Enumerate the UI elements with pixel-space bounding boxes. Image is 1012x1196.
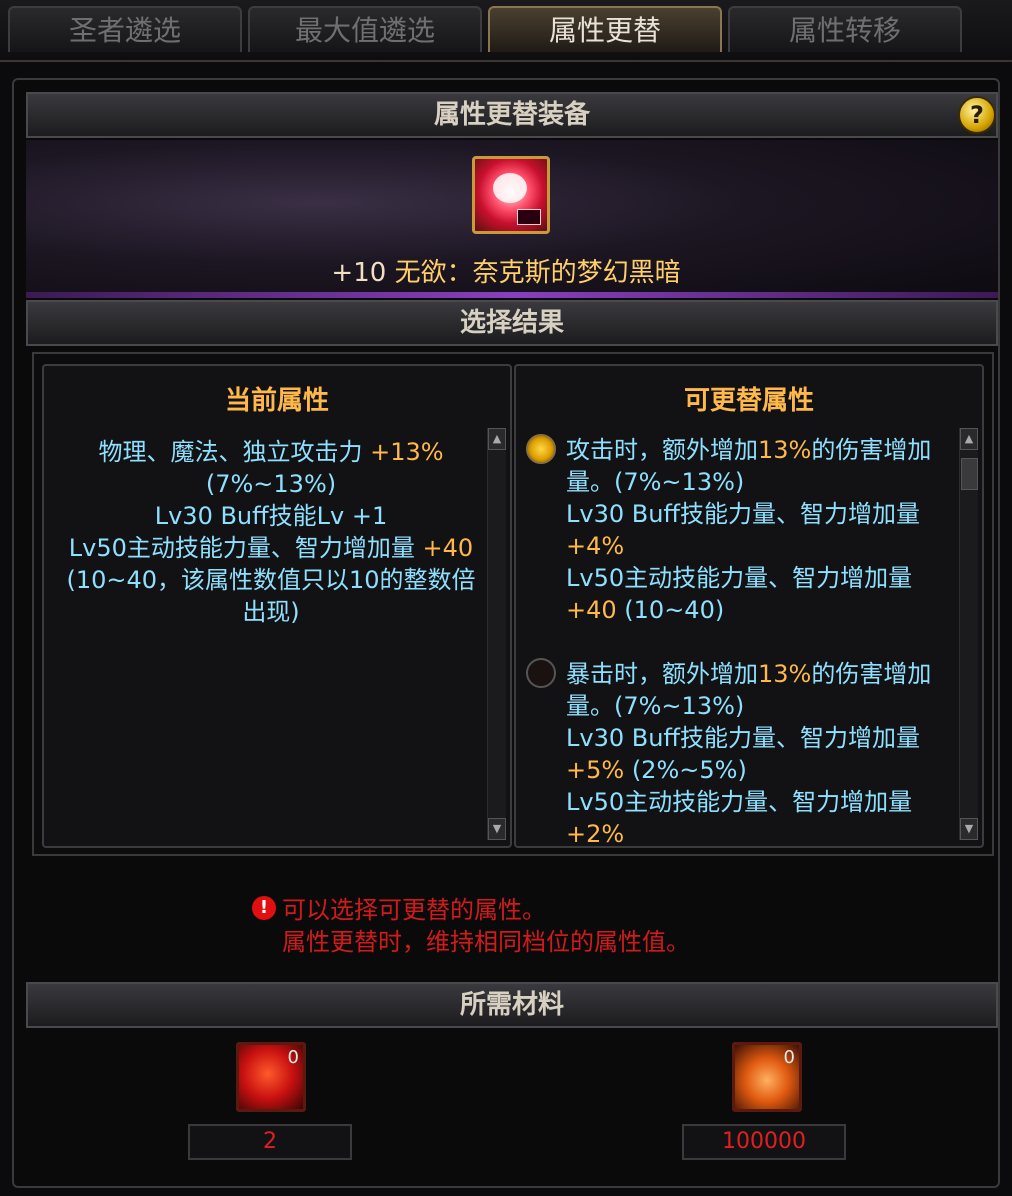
- equipment-header: 属性更替装备: [26, 92, 998, 138]
- option-1-text[interactable]: 攻击时，额外增加13%的伤害增加量。(7%~13%) Lv30 Buff技能力量…: [566, 434, 962, 626]
- notice-line-1: 可以选择可更替的属性。: [282, 896, 546, 924]
- option-2-text[interactable]: 暴击时，额外增加13%的伤害增加量。(7%~13%) Lv30 Buff技能力量…: [566, 658, 962, 850]
- tab-bar: 圣者遴选 最大值遴选 属性更替 属性转移: [0, 0, 1012, 62]
- scroll-down-icon[interactable]: ▼: [488, 818, 506, 840]
- help-icon[interactable]: ?: [958, 96, 996, 134]
- current-scrollbar[interactable]: ▲ ▼: [487, 428, 506, 840]
- tab-attribute-replace[interactable]: 属性更替: [488, 6, 722, 52]
- materials-header: 所需材料: [26, 982, 998, 1028]
- option-1-radio[interactable]: [526, 434, 556, 464]
- item-art: [493, 173, 527, 203]
- material-2-icon[interactable]: 0: [732, 1042, 802, 1112]
- scroll-thumb[interactable]: [961, 458, 978, 490]
- current-line-3: Lv50主动技能力量、智力增加量 +40 (10~40，该属性数值只以10的整数…: [66, 534, 476, 626]
- item-name: +10 无欲：奈克斯的梦幻黑暗: [0, 252, 1012, 289]
- material-1-required: 2: [188, 1124, 352, 1160]
- tab-saint-select[interactable]: 圣者遴选: [8, 6, 242, 52]
- material-2-owned: 0: [783, 1047, 795, 1068]
- current-attributes-text: 物理、魔法、独立攻击力 +13% (7%~13%) Lv30 Buff技能Lv …: [56, 436, 486, 628]
- material-2-required: 100000: [682, 1124, 846, 1160]
- scroll-up-icon[interactable]: ▲: [488, 428, 506, 450]
- scroll-up-icon[interactable]: ▲: [960, 428, 978, 450]
- notice-line-2: 属性更替时，维持相同档位的属性值。: [282, 928, 690, 956]
- material-1-owned: 0: [287, 1047, 299, 1068]
- current-attributes-title: 当前属性: [224, 386, 329, 416]
- tab-attribute-transfer[interactable]: 属性转移: [728, 6, 962, 52]
- result-header: 选择结果: [26, 300, 998, 346]
- material-1-icon[interactable]: 0: [236, 1042, 306, 1112]
- replaceable-attributes-title: 可更替属性: [683, 386, 814, 416]
- item-tag: [517, 209, 541, 225]
- tab-max-select[interactable]: 最大值遴选: [248, 6, 482, 52]
- scroll-down-icon[interactable]: ▼: [960, 818, 978, 840]
- equipment-item-icon[interactable]: [472, 156, 550, 234]
- notice-text: 可以选择可更替的属性。 属性更替时，维持相同档位的属性值。: [254, 894, 690, 958]
- current-line-2: Lv30 Buff技能Lv +1: [154, 502, 388, 530]
- current-line-1: 物理、魔法、独立攻击力 +13% (7%~13%): [98, 438, 444, 498]
- item-title: 无欲：奈克斯的梦幻黑暗: [394, 258, 681, 288]
- option-2-radio[interactable]: [526, 658, 556, 688]
- item-level: +10: [331, 258, 387, 288]
